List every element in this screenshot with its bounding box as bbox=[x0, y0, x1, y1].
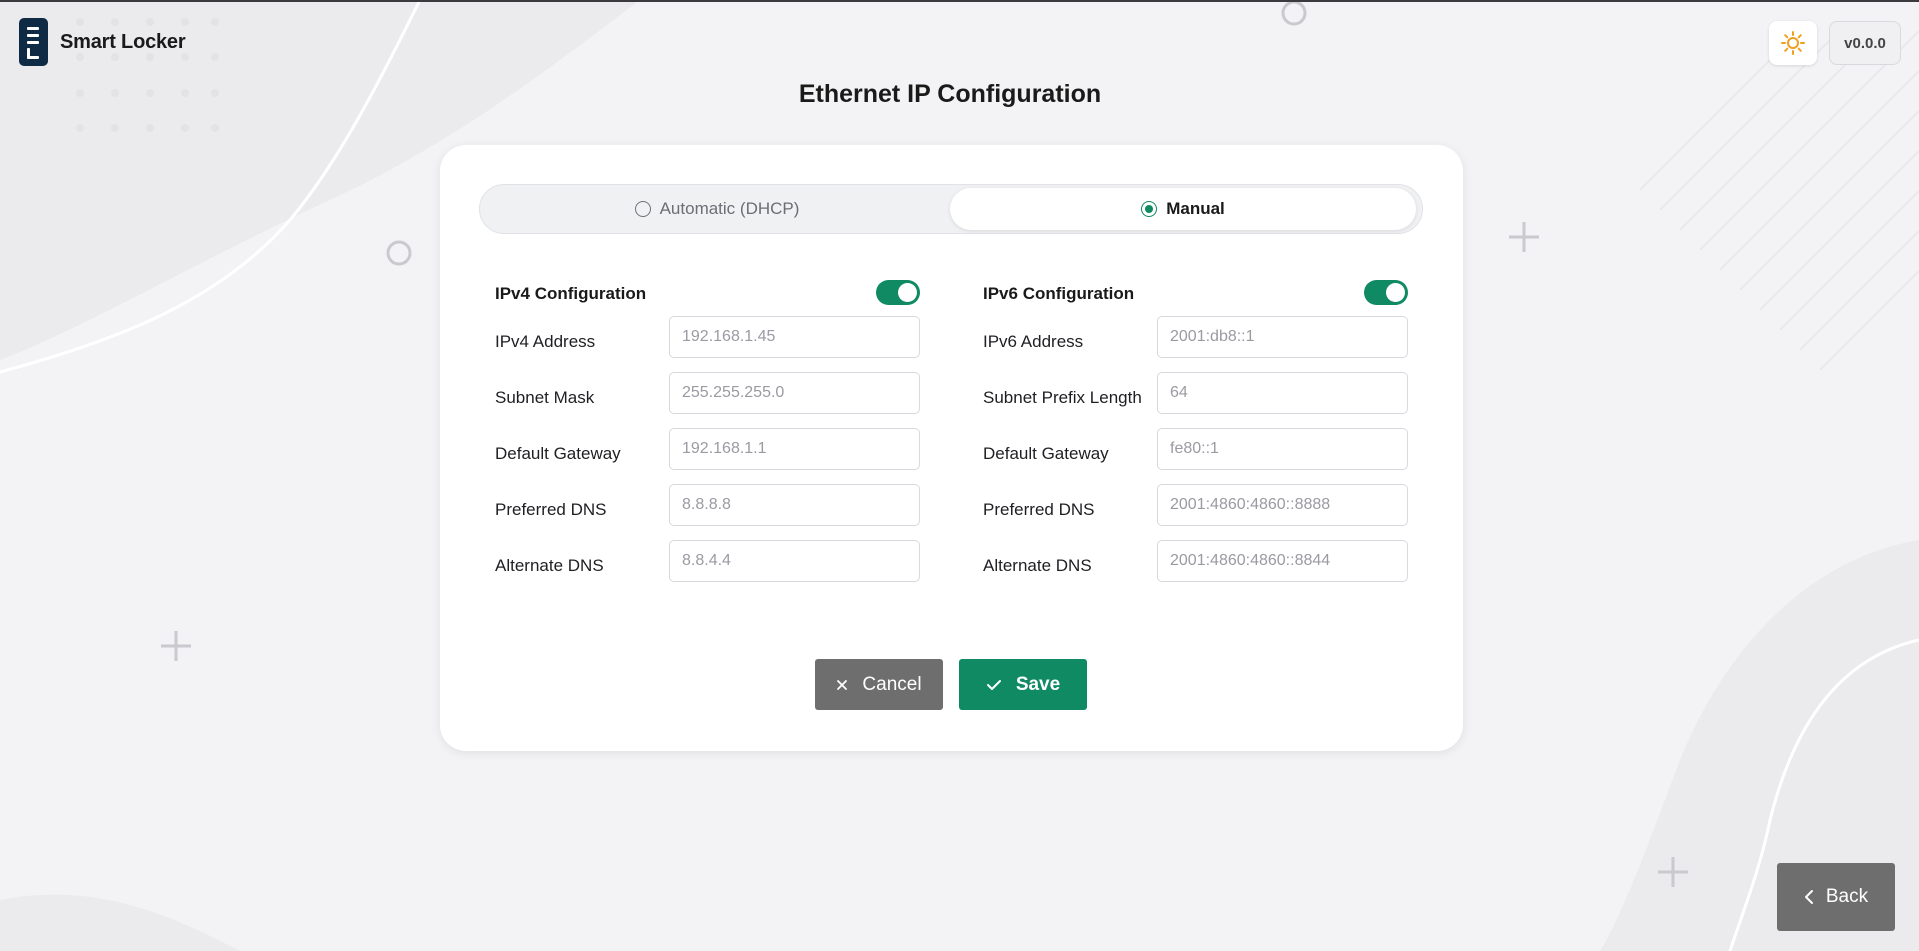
close-icon bbox=[837, 679, 848, 690]
ipv6-prefix-length-row: Subnet Prefix Length 64 bbox=[983, 372, 1408, 428]
ipv4-title: IPv4 Configuration bbox=[495, 284, 647, 303]
field-label: Default Gateway bbox=[495, 444, 621, 463]
back-button[interactable]: Back bbox=[1777, 863, 1895, 931]
mode-option-label: Manual bbox=[1166, 199, 1225, 218]
cancel-label: Cancel bbox=[862, 673, 922, 695]
brand: Smart Locker bbox=[19, 18, 186, 66]
ipv6-preferred-dns-row: Preferred DNS 2001:4860:4860::8888 bbox=[983, 484, 1408, 540]
ipv4-preferred-dns-input[interactable]: 8.8.8.8 bbox=[669, 484, 920, 526]
field-label: Preferred DNS bbox=[983, 500, 1095, 519]
ipv6-enable-toggle[interactable] bbox=[1364, 280, 1408, 305]
ipv6-address-input[interactable]: 2001:db8::1 bbox=[1157, 316, 1408, 358]
ipv6-gateway-row: Default Gateway fe80::1 bbox=[983, 428, 1408, 484]
ipv4-subnet-mask-input[interactable]: 255.255.255.0 bbox=[669, 372, 920, 414]
ipv6-section: IPv6 Configuration IPv6 Address 2001:db8… bbox=[983, 280, 1408, 596]
field-label: Preferred DNS bbox=[495, 500, 607, 519]
ip-mode-selector: Automatic (DHCP) Manual bbox=[479, 184, 1423, 234]
mode-option-manual[interactable]: Manual bbox=[950, 188, 1416, 230]
ipv6-alternate-dns-input[interactable]: 2001:4860:4860::8844 bbox=[1157, 540, 1408, 582]
config-card: Automatic (DHCP) Manual IPv4 Configurati… bbox=[440, 145, 1463, 751]
ipv6-alternate-dns-row: Alternate DNS 2001:4860:4860::8844 bbox=[983, 540, 1408, 596]
ipv4-section: IPv4 Configuration IPv4 Address 192.168.… bbox=[495, 280, 920, 596]
locker-logo-icon bbox=[19, 18, 48, 66]
mode-option-label: Automatic (DHCP) bbox=[659, 199, 800, 218]
ipv4-preferred-dns-row: Preferred DNS 8.8.8.8 bbox=[495, 484, 920, 540]
ipv6-preferred-dns-input[interactable]: 2001:4860:4860::8888 bbox=[1157, 484, 1408, 526]
ipv4-alternate-dns-row: Alternate DNS 8.8.4.4 bbox=[495, 540, 920, 596]
save-button[interactable]: Save bbox=[959, 659, 1087, 710]
top-border bbox=[0, 0, 1919, 2]
mode-option-dhcp[interactable]: Automatic (DHCP) bbox=[484, 188, 950, 230]
page-title: Ethernet IP Configuration bbox=[798, 80, 1102, 108]
field-label: IPv4 Address bbox=[495, 332, 596, 351]
app-name: Smart Locker bbox=[60, 30, 186, 53]
save-label: Save bbox=[1015, 673, 1061, 695]
ipv4-enable-toggle[interactable] bbox=[876, 280, 920, 305]
field-label: IPv6 Address bbox=[983, 332, 1084, 351]
radio-unchecked-icon bbox=[634, 201, 651, 217]
radio-checked-icon bbox=[1141, 201, 1158, 217]
field-label: Alternate DNS bbox=[983, 556, 1092, 575]
back-label: Back bbox=[1825, 886, 1869, 907]
ipv4-alternate-dns-input[interactable]: 8.8.4.4 bbox=[669, 540, 920, 582]
ipv4-subnet-mask-row: Subnet Mask 255.255.255.0 bbox=[495, 372, 920, 428]
ipv6-address-row: IPv6 Address 2001:db8::1 bbox=[983, 316, 1408, 372]
ipv4-gateway-row: Default Gateway 192.168.1.1 bbox=[495, 428, 920, 484]
field-label: Subnet Prefix Length bbox=[983, 388, 1142, 407]
field-label: Default Gateway bbox=[983, 444, 1109, 463]
ipv4-address-row: IPv4 Address 192.168.1.45 bbox=[495, 316, 920, 372]
ipv4-gateway-input[interactable]: 192.168.1.1 bbox=[669, 428, 920, 470]
cancel-button[interactable]: Cancel bbox=[815, 659, 943, 710]
ipv6-title: IPv6 Configuration bbox=[983, 284, 1135, 303]
ipv4-address-input[interactable]: 192.168.1.45 bbox=[669, 316, 920, 358]
field-label: Subnet Mask bbox=[495, 388, 595, 407]
sun-icon bbox=[1781, 31, 1805, 55]
theme-toggle-button[interactable] bbox=[1769, 21, 1817, 65]
check-icon bbox=[986, 679, 1001, 690]
chevron-left-icon bbox=[1804, 890, 1813, 904]
field-label: Alternate DNS bbox=[495, 556, 604, 575]
ipv6-prefix-length-input[interactable]: 64 bbox=[1157, 372, 1408, 414]
ipv6-gateway-input[interactable]: fe80::1 bbox=[1157, 428, 1408, 470]
version-badge[interactable]: v0.0.0 bbox=[1829, 21, 1901, 65]
